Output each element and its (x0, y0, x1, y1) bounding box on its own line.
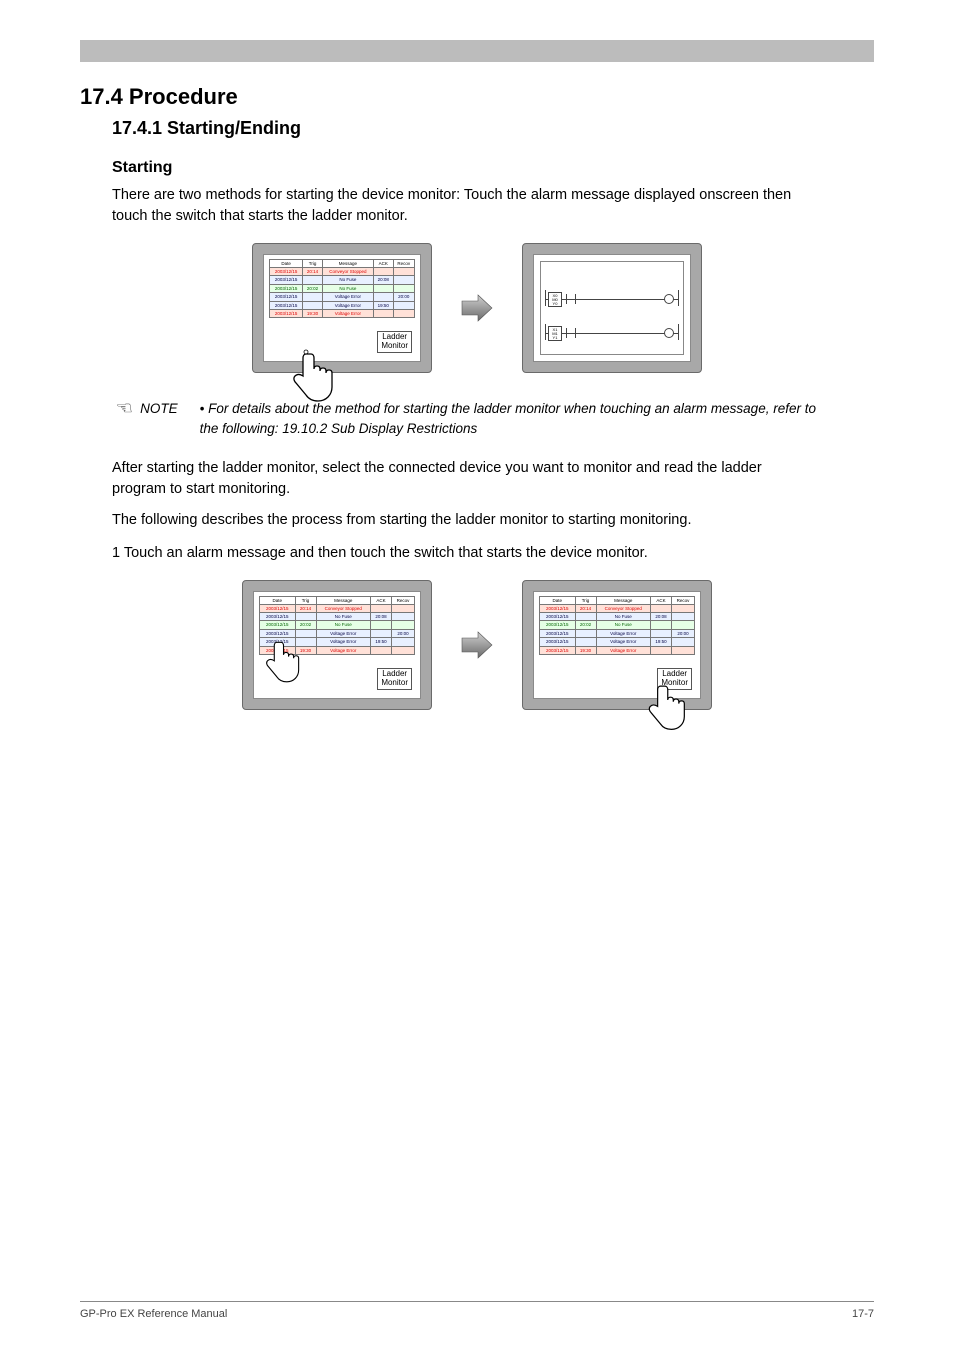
figure-row-2: Date Trig Message ACK Recov 2003/12/1520… (80, 580, 874, 710)
paragraph-1: There are two methods for starting the d… (112, 185, 812, 227)
table-row: 2003/12/15No Fuse20:08 (260, 612, 415, 620)
footer-right: 17-7 (852, 1308, 874, 1320)
table-row: 2003/12/15Voltage Error19:50 (270, 301, 415, 309)
table-header-row: Date Trig Message ACK Recov (260, 596, 415, 604)
step-1: 1 Touch an alarm message and then touch … (112, 543, 812, 564)
note-label: NOTE (140, 399, 178, 419)
pointing-hand-icon: ☞ (118, 399, 134, 417)
table-row: 2003/12/15No Fuse20:08 (270, 276, 415, 284)
table-row: 2003/12/15No Fuse20:08 (540, 612, 695, 620)
device-left-2: Date Trig Message ACK Recov 2003/12/1520… (242, 580, 432, 710)
table-row: 2003/12/15Voltage Error20:00 (270, 293, 415, 301)
table-row: 2003/12/1520:14Conveyor Stopped (270, 268, 415, 276)
table-row: 2003/12/15Voltage Error19:50 (540, 638, 695, 646)
header-bar (80, 40, 874, 62)
table-header-row: Date Trig Message ACK Recov (270, 260, 415, 268)
table-row: 2003/12/1520:14Conveyor Stopped (540, 604, 695, 612)
touch-hand-icon (260, 636, 302, 694)
document-page: 17.4 Procedure 17.4.1 Starting/Ending St… (0, 0, 954, 1348)
paragraph-3: The following describes the process from… (112, 510, 812, 531)
device-right-2: Date Trig Message ACK Recov 2003/12/1520… (522, 580, 712, 710)
section-heading: 17.4 Procedure (80, 84, 874, 110)
section-subheading: 17.4.1 Starting/Ending (112, 118, 874, 139)
figure-row-1: Date Trig Message ACK Recov 2003/12/1520… (80, 243, 874, 373)
table-row: 2003/12/1519:30Voltage Error (270, 309, 415, 317)
arrow-right-icon (460, 291, 494, 325)
note-row: ☞ NOTE • For details about the method fo… (118, 399, 818, 440)
footer-left: GP-Pro EX Reference Manual (80, 1308, 227, 1320)
device-right-1: X0M0Y0 X1M1Y1 (522, 243, 702, 373)
table-row: 2003/12/15Voltage Error20:00 (540, 629, 695, 637)
paragraph-2: After starting the ladder monitor, selec… (112, 458, 812, 500)
ladder-monitor-button[interactable]: Ladder Monitor (377, 331, 412, 353)
alarm-table-1: Date Trig Message ACK Recov 2003/12/1520… (269, 259, 415, 318)
page-footer: GP-Pro EX Reference Manual 17-7 (80, 1301, 874, 1320)
arrow-right-icon (460, 628, 494, 662)
ladder-program-view: X0M0Y0 X1M1Y1 (540, 261, 684, 355)
table-header-row: Date Trig Message ACK Recov (540, 596, 695, 604)
table-row: 2003/12/1520:02No Fuse (260, 621, 415, 629)
touch-hand-icon (286, 348, 336, 414)
alarm-table-2b: Date Trig Message ACK Recov 2003/12/1520… (539, 596, 695, 655)
table-row: 2003/12/1520:02No Fuse (540, 621, 695, 629)
device-left-1: Date Trig Message ACK Recov 2003/12/1520… (252, 243, 432, 373)
table-row: 2003/12/1520:02No Fuse (270, 284, 415, 292)
touch-hand-icon (642, 680, 688, 742)
table-row: 2003/12/1519:30Voltage Error (540, 646, 695, 654)
table-row: 2003/12/1520:14Conveyor Stopped (260, 604, 415, 612)
ladder-monitor-button[interactable]: Ladder Monitor (377, 668, 412, 690)
starting-label: Starting (112, 159, 874, 177)
